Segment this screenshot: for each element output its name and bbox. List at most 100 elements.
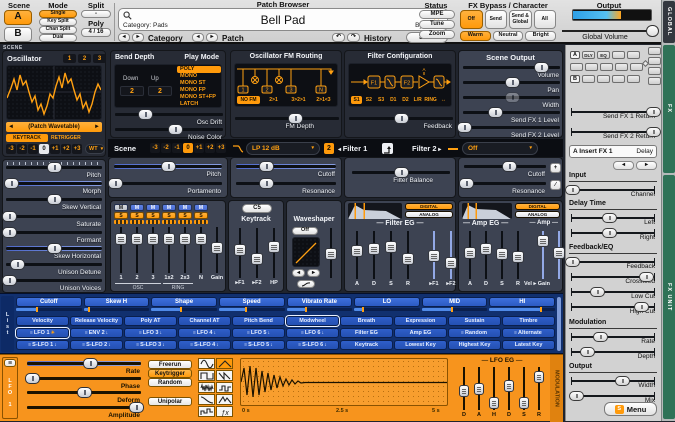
fader-track[interactable] (390, 231, 392, 279)
mod-slot[interactable]: LO (354, 297, 420, 311)
mod-source-cell[interactable]: Expression (394, 316, 447, 326)
hamburger-icon[interactable]: ≡ (28, 342, 31, 348)
scene-misc-slider[interactable]: Noise Color (114, 124, 224, 139)
patch-next-button[interactable]: ▸ (206, 33, 218, 42)
hamburger-icon[interactable]: ≡ (30, 330, 33, 336)
lfo-shape-saw-icon[interactable] (216, 370, 233, 381)
slider-handle[interactable] (288, 113, 303, 124)
slider-handle[interactable] (646, 107, 661, 117)
hamburger-icon[interactable]: ≡ (247, 330, 250, 336)
fader-handle[interactable] (131, 233, 143, 245)
send2-return-slider[interactable]: Send FX 2 Return (569, 125, 657, 140)
wavetable-display[interactable] (6, 65, 102, 120)
mod-source-cell[interactable]: Release Velocity (70, 316, 123, 326)
mod-slot-target[interactable]: Shape (151, 297, 217, 307)
filter-config-button[interactable]: D2 (400, 96, 411, 104)
mod-source-cell[interactable]: Poly AT (124, 316, 177, 326)
fx-slider[interactable]: High Cut (569, 300, 657, 315)
mute-button[interactable]: M (194, 204, 208, 211)
scene-pitch-slider[interactable]: Portamento (113, 178, 223, 195)
slider-handle[interactable] (394, 167, 409, 178)
filter-config-button[interactable]: RING (424, 96, 437, 104)
lfo-slider[interactable]: Phase (26, 373, 142, 388)
mod-slot[interactable]: Cutoff (16, 297, 82, 311)
keytrack-root-button[interactable]: C5 (242, 204, 272, 213)
fader-track[interactable] (450, 231, 452, 279)
waveshaper-type-button[interactable]: Off (292, 227, 318, 235)
octave-button[interactable]: 0 (39, 144, 49, 154)
osc-type-dropdown[interactable]: WT (85, 144, 105, 154)
fader-handle[interactable] (428, 250, 440, 262)
scene-octave-button[interactable]: +2 (205, 143, 215, 153)
play-mode-option[interactable]: POLY (177, 66, 221, 73)
character-option-button[interactable]: Bright (525, 31, 556, 41)
slider-track[interactable] (236, 182, 336, 185)
mod-source-cell[interactable]: Modwheel (286, 316, 339, 326)
slider-track[interactable] (463, 111, 560, 114)
hamburger-icon[interactable]: ≡ (301, 330, 304, 336)
param-slider[interactable]: Skew Horizontal (5, 243, 103, 259)
filter1-label[interactable]: Filter 1 (338, 144, 367, 153)
fader-handle[interactable] (496, 248, 508, 260)
fader-handle[interactable] (464, 247, 476, 259)
fader-handle[interactable] (402, 253, 414, 265)
scene-octave-button[interactable]: +3 (216, 143, 226, 153)
mod-source-cell[interactable]: Latest Key (502, 340, 555, 350)
slider-handle[interactable] (569, 391, 584, 401)
slider-handle[interactable] (502, 161, 517, 172)
fm-route-button[interactable]: 2>1 (262, 96, 285, 104)
arm-icon[interactable]: ↓ (108, 342, 111, 348)
bend-up-value[interactable]: 2 (148, 86, 172, 96)
mod-source-cell[interactable]: Keytrack (340, 340, 393, 350)
lfo-shape-formula-icon[interactable]: ƒx (216, 406, 233, 417)
mixer-fader[interactable]: 3 (146, 226, 160, 282)
mod-source-cell[interactable]: Pitch Bend (232, 316, 285, 326)
keytrack-fader[interactable]: ▸F1 (233, 227, 247, 287)
mod-slot[interactable]: Shape (151, 297, 217, 311)
lfo-waveform-display[interactable] (240, 358, 448, 406)
mod-slot[interactable]: Speed (219, 297, 285, 311)
mod-source-cell[interactable]: Amp EG (394, 328, 447, 338)
lfo-eg-fader[interactable]: D (458, 366, 470, 419)
fx-slot-global[interactable] (648, 57, 661, 65)
slider-handle[interactable] (634, 302, 649, 312)
tab-fx[interactable]: FX (663, 45, 675, 173)
matrix-scrollbar[interactable] (557, 297, 561, 351)
fader-handle[interactable] (519, 397, 529, 409)
mod-slot-target[interactable]: Cutoff (16, 297, 82, 307)
slider-track[interactable] (6, 215, 102, 218)
slider-handle[interactable] (10, 259, 25, 270)
fx-bypass-option-button[interactable]: Off (460, 10, 483, 29)
fx-next-button[interactable]: ▸ (636, 161, 657, 170)
param-slider[interactable]: Saturate (5, 211, 103, 227)
slider-track[interactable] (114, 182, 222, 185)
scene-octave-button[interactable]: +1 (194, 143, 204, 153)
octave-button[interactable]: -3 (6, 144, 16, 154)
slider-handle[interactable] (161, 161, 176, 172)
eg-fader[interactable]: R (401, 230, 415, 288)
fx-slot[interactable] (627, 75, 640, 83)
arm-icon[interactable]: ↓ (106, 330, 109, 336)
slider-track[interactable] (464, 182, 546, 185)
filter-balance-slider[interactable]: Filter Balance (351, 167, 451, 183)
lfo-trigger-button[interactable]: Keytrigger (148, 369, 192, 378)
eg-fader[interactable] (536, 230, 550, 288)
mixer-fader[interactable]: 2x3 (178, 226, 192, 282)
mod-slot-bar[interactable] (16, 308, 82, 311)
fx-slot-global[interactable] (648, 77, 661, 85)
lfo-trigger-button[interactable]: Random (148, 378, 192, 387)
slider-track[interactable] (463, 126, 560, 129)
arm-icon[interactable]: ↓ (214, 330, 217, 336)
fader-handle[interactable] (489, 397, 499, 409)
arm-icon[interactable]: ↓ (270, 342, 273, 348)
keytrack-toggle[interactable]: KEYTRACK (6, 134, 48, 142)
mod-slot-bar[interactable] (151, 308, 217, 311)
arm-icon[interactable]: ↓ (162, 342, 165, 348)
lfo-tab[interactable]: LFO 1 (2, 357, 18, 419)
mod-slot[interactable]: MID (422, 297, 488, 311)
wavetable-next-icon[interactable]: ► (92, 124, 102, 130)
keytrack-fader[interactable]: HP (267, 227, 281, 287)
mod-source-cell[interactable]: Timbre (502, 316, 555, 326)
undo-icon[interactable]: ↶ (332, 33, 345, 42)
mod-source-cell[interactable]: Channel AT (178, 316, 231, 326)
